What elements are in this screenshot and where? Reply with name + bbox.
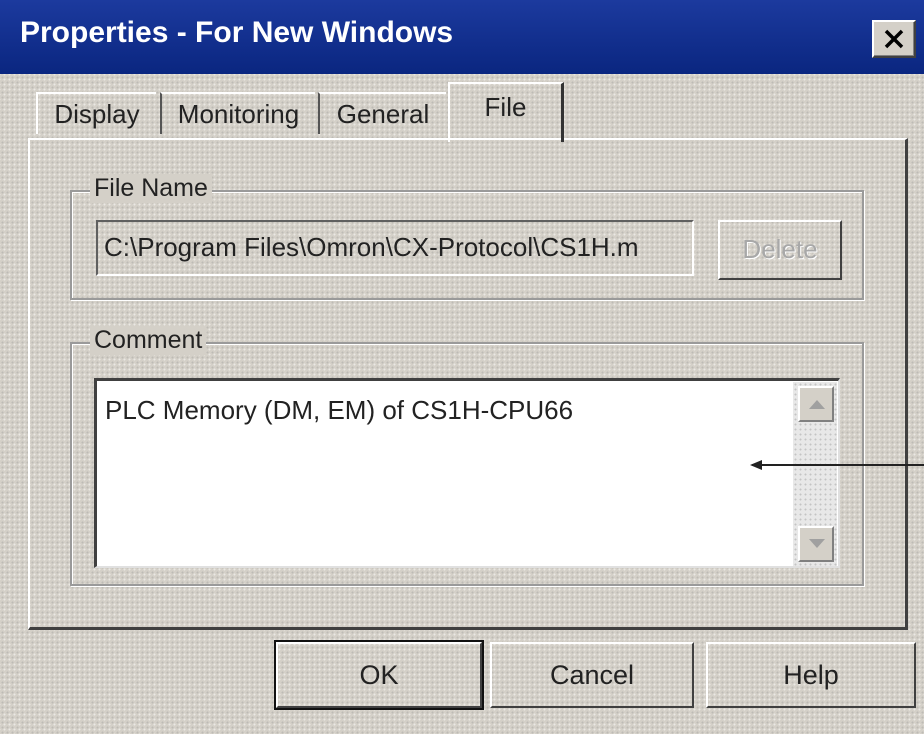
- file-name-label: File Name: [90, 174, 212, 203]
- tab-general[interactable]: General: [318, 92, 446, 134]
- tab-file[interactable]: File: [448, 82, 564, 142]
- comment-textarea[interactable]: PLC Memory (DM, EM) of CS1H-CPU66: [94, 378, 840, 568]
- title-bar: Properties - For New Windows: [0, 0, 924, 74]
- ok-button[interactable]: OK: [274, 640, 484, 710]
- window-title: Properties - For New Windows: [20, 16, 454, 49]
- file-name-field: C:\Program Files\Omron\CX-Protocol\CS1H.…: [96, 220, 694, 276]
- tab-display[interactable]: Display: [36, 92, 156, 134]
- help-button[interactable]: Help: [706, 642, 916, 708]
- arrow-down-icon: [809, 539, 825, 548]
- scroll-down-button[interactable]: [798, 526, 834, 562]
- annotation-arrow-icon: [750, 460, 924, 470]
- cancel-button[interactable]: Cancel: [490, 642, 694, 708]
- properties-dialog: Properties - For New Windows Display Mon…: [0, 0, 924, 734]
- scroll-up-button[interactable]: [798, 386, 834, 422]
- delete-button: Delete: [718, 220, 842, 280]
- close-icon: [884, 29, 904, 49]
- comment-label: Comment: [90, 326, 207, 355]
- comment-value: PLC Memory (DM, EM) of CS1H-CPU66: [105, 395, 574, 425]
- close-button[interactable]: [872, 20, 916, 58]
- arrow-up-icon: [809, 400, 825, 409]
- file-name-value: C:\Program Files\Omron\CX-Protocol\CS1H.…: [104, 232, 639, 262]
- tab-monitoring[interactable]: Monitoring: [160, 92, 315, 134]
